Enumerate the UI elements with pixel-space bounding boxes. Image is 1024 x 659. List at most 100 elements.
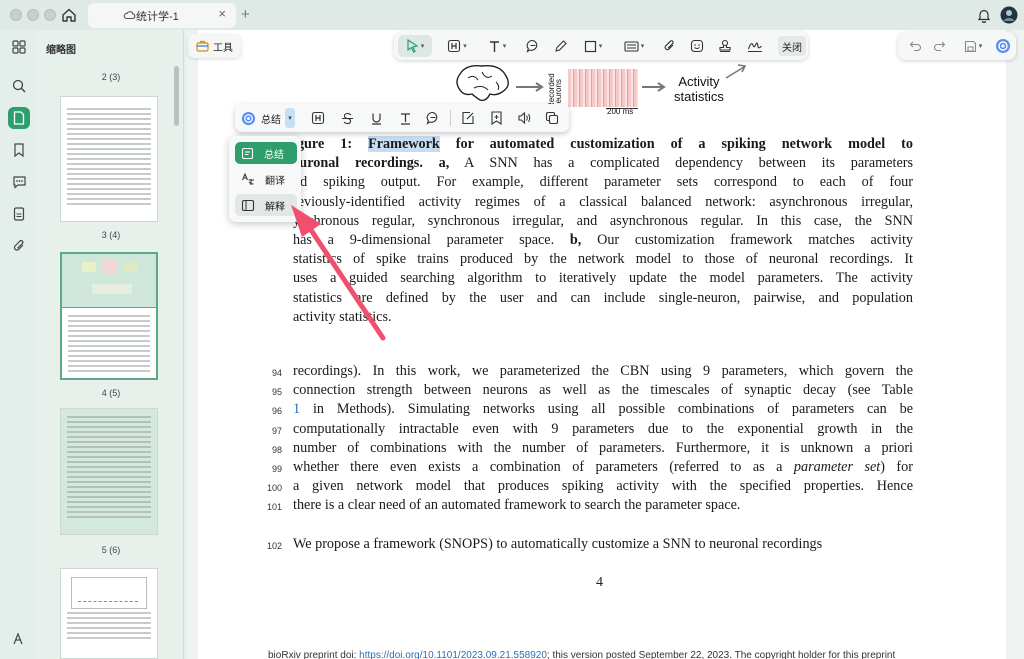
stamp-tool-button[interactable] xyxy=(714,35,736,57)
doi-link[interactable]: https://doi.org/10.1101/2023.09.21.55892… xyxy=(359,650,547,659)
comment-tool-button[interactable] xyxy=(522,35,544,57)
tools-label: 工具 xyxy=(213,42,233,54)
window-minimize-control[interactable] xyxy=(27,9,39,21)
body-text: computationally intractable even with 9 … xyxy=(293,420,913,437)
thumbnail-page-3[interactable] xyxy=(60,96,158,222)
body-text: number of combinations with the number o… xyxy=(293,439,913,456)
sidebar-toggle-icon[interactable] xyxy=(8,628,30,650)
select-tool-button[interactable]: ▾ xyxy=(398,35,432,57)
caption-text: b, xyxy=(569,231,582,248)
highlighted-word[interactable]: Framework xyxy=(368,136,440,152)
caption-text: ynchronous regular, synchronous irregula… xyxy=(293,212,913,229)
highlight-button[interactable] xyxy=(307,108,329,128)
window-close-control[interactable] xyxy=(10,9,22,21)
line-number: 102 xyxy=(266,541,282,551)
user-avatar[interactable] xyxy=(998,4,1020,26)
summary-button[interactable]: 总结 xyxy=(241,108,281,128)
redo-button[interactable] xyxy=(928,35,950,57)
highlight-tool-button[interactable]: ▾ xyxy=(444,35,470,57)
body-text: a given network model that produces spik… xyxy=(293,478,913,495)
ai-action-menu: 总结 翻译 解释 xyxy=(229,136,301,222)
shape-tool-button[interactable]: ▾ xyxy=(580,35,606,57)
thumbnail-label: 4 (5) xyxy=(101,388,121,398)
document-list-icon[interactable] xyxy=(8,203,30,225)
body-text: whether there even exists a combination … xyxy=(293,458,794,475)
new-tab-button[interactable]: + xyxy=(241,6,250,23)
toolbar-divider xyxy=(450,110,451,126)
thumbnail-page-4[interactable] xyxy=(60,252,158,380)
text-note-button[interactable] xyxy=(394,108,416,128)
signature-tool-button[interactable] xyxy=(744,35,766,57)
body-line: there is a clear need of an automated fr… xyxy=(293,496,913,515)
ai-assistant-icon xyxy=(241,111,256,125)
menu-item-summarize[interactable]: 总结 xyxy=(235,142,297,164)
chevron-down-icon: ▾ xyxy=(502,43,507,50)
body-line: connection strength between neurons as w… xyxy=(293,381,913,400)
chevron-down-icon: ▾ xyxy=(640,43,645,50)
line-number: 99 xyxy=(271,464,282,474)
summary-dropdown-toggle[interactable]: ▾ xyxy=(285,108,295,128)
footer-text: bioRxiv preprint doi: xyxy=(268,650,360,659)
page-footer: bioRxiv preprint doi: https://doi.org/10… xyxy=(268,650,895,659)
tools-button[interactable]: 工具 xyxy=(188,34,241,58)
tab-close-button[interactable]: × xyxy=(218,6,226,21)
bell-icon[interactable] xyxy=(973,4,995,26)
pen-tool-button[interactable] xyxy=(550,35,572,57)
attach-tool-button[interactable] xyxy=(658,35,680,57)
edit-note-button[interactable] xyxy=(457,108,479,128)
body-line: number of combinations with the number o… xyxy=(293,439,913,458)
ai-assistant-button[interactable] xyxy=(992,35,1014,57)
thumbnails-icon[interactable] xyxy=(8,107,30,129)
read-aloud-button[interactable] xyxy=(513,108,535,128)
menu-item-translate[interactable]: 翻译 xyxy=(235,168,297,190)
text-icon xyxy=(489,40,499,52)
copy-button[interactable] xyxy=(541,108,563,128)
window-zoom-control[interactable] xyxy=(44,9,56,21)
comment-icon[interactable] xyxy=(8,171,30,193)
body-paragraph: We propose a framework (SNOPS) to automa… xyxy=(293,535,913,554)
thumbnail-scrollbar[interactable] xyxy=(174,66,179,126)
highlight-icon xyxy=(311,111,325,125)
body-text: connection strength between neurons as w… xyxy=(293,382,913,399)
menu-item-label: 解释 xyxy=(265,201,285,213)
stamp-icon xyxy=(719,39,731,53)
chevron-down-icon: ▾ xyxy=(463,43,467,50)
grid-icon[interactable] xyxy=(8,36,30,58)
copy-icon xyxy=(545,111,559,125)
caption-text: statistics of spike trains produced by t… xyxy=(293,251,913,268)
body-line: whether there even exists a combination … xyxy=(293,458,913,477)
bookmark-icon[interactable] xyxy=(8,139,30,161)
attachment-icon[interactable] xyxy=(8,235,30,257)
close-toolbar-button[interactable]: 关闭 xyxy=(778,36,806,56)
area-highlight-tool-button[interactable]: ▾ xyxy=(620,35,648,57)
chevron-down-icon: ▾ xyxy=(420,43,425,50)
bookmark-add-button[interactable] xyxy=(485,108,507,128)
home-icon[interactable] xyxy=(58,4,80,26)
menu-item-explain[interactable]: 解释 xyxy=(235,194,297,216)
caption-text: nd spiking output. For example, differen… xyxy=(293,174,913,191)
undo-button[interactable] xyxy=(904,35,926,57)
title-bar: 统计学-1 × + xyxy=(0,0,1024,30)
caption-line: statistics of spike trains produced by t… xyxy=(293,250,913,269)
search-icon[interactable] xyxy=(8,75,30,97)
text-tool-button[interactable]: ▾ xyxy=(484,35,510,57)
underline-button[interactable] xyxy=(365,108,387,128)
paperclip-icon xyxy=(664,40,674,51)
caption-line: has a 9-dimensional parameter space. b, … xyxy=(293,231,913,250)
caption-text: Our customization framework matches acti… xyxy=(581,231,913,248)
line-number: 100 xyxy=(266,483,282,493)
body-line: 1 in Methods). Simulating networks using… xyxy=(293,400,913,419)
translate-icon xyxy=(242,172,254,185)
thumbnail-page-5[interactable] xyxy=(60,408,158,535)
save-button[interactable]: ▾ xyxy=(958,35,988,57)
sticker-tool-button[interactable] xyxy=(686,35,708,57)
comment-button[interactable] xyxy=(422,108,444,128)
time-scale-label: 200 ms xyxy=(607,107,634,116)
line-number: 95 xyxy=(271,387,282,397)
body-text: ) for xyxy=(880,458,913,475)
thumbnail-page-6[interactable] xyxy=(60,568,158,659)
document-tab[interactable]: 统计学-1 × xyxy=(88,3,236,28)
activity-statistics-line: Activity xyxy=(678,74,720,89)
cursor-icon xyxy=(407,39,419,53)
strikethrough-button[interactable] xyxy=(336,108,358,128)
